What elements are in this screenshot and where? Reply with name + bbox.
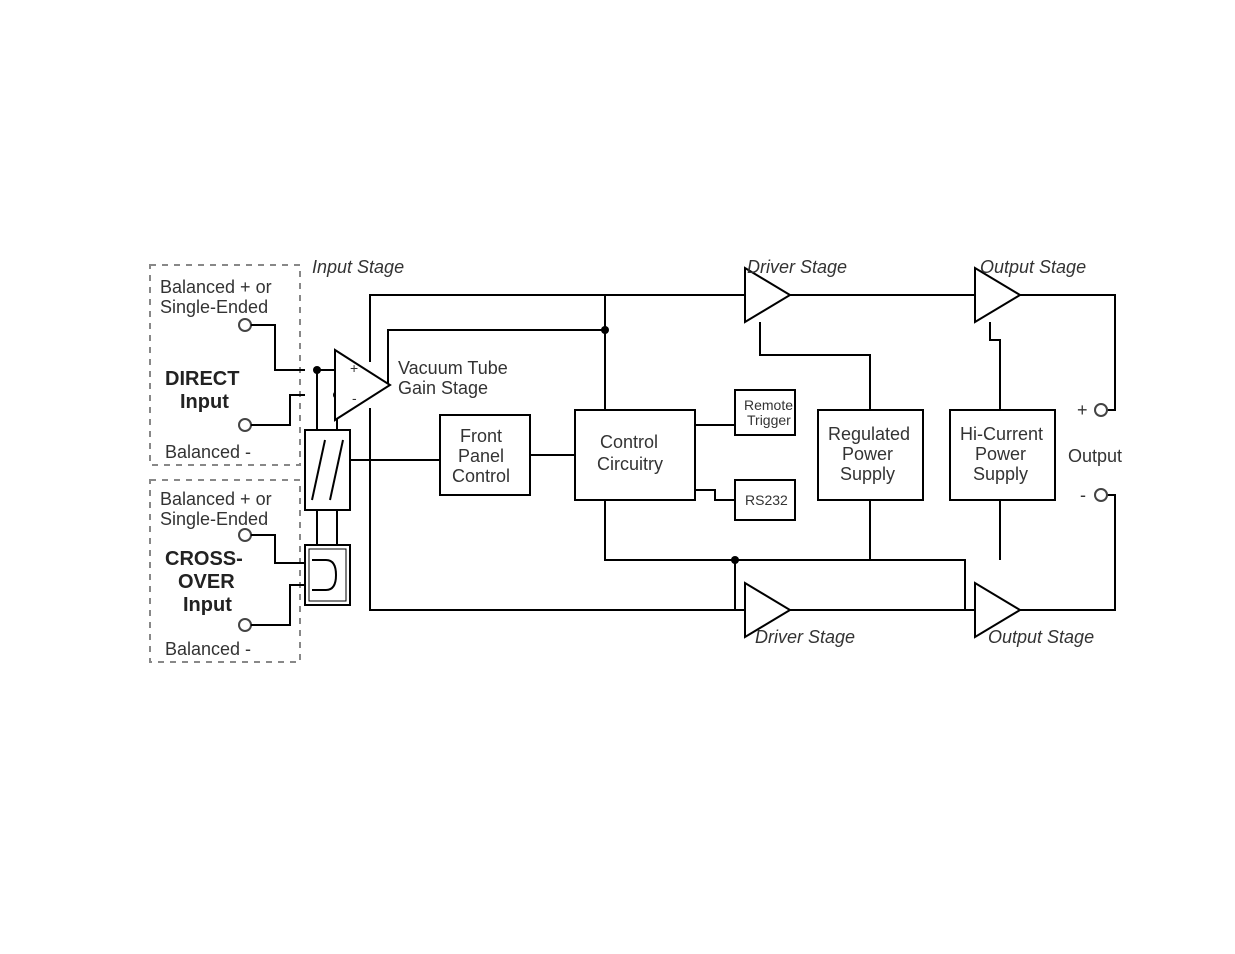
wire [251,395,305,425]
label: Driver Stage [755,627,855,647]
wire [1020,495,1115,610]
label: Balanced + or [160,489,272,509]
label: OVER [178,571,235,593]
label: Power [842,444,893,464]
label: Single-Ended [160,297,268,317]
label: Control [452,466,510,486]
label: CROSS- [165,548,243,570]
label: Gain Stage [398,378,488,398]
label: Front [460,426,502,446]
xover-neg-terminal [239,619,251,631]
xover-pos-terminal [239,529,251,541]
label: Balanced + or [160,277,272,297]
label: Input [183,594,232,616]
label: Single-Ended [160,509,268,529]
label: Power [975,444,1026,464]
label: Vacuum Tube [398,358,508,378]
wire [251,325,305,370]
label: DIRECT [165,368,239,390]
label: Input Stage [312,257,404,277]
label: Trigger [747,412,791,428]
output-pos-terminal [1095,404,1107,416]
label: + [350,360,358,376]
block-diagram: Balanced + or Single-Ended DIRECT Input … [0,0,1235,954]
wire [251,585,305,625]
label: Regulated [828,424,910,444]
label: - [352,390,357,406]
wire [990,322,1000,410]
label: Circuitry [597,454,663,474]
label: + [1077,400,1088,420]
label: Input [180,391,229,413]
input-stage-amp [335,350,390,420]
output-neg-terminal [1095,489,1107,501]
label: Output Stage [988,627,1094,647]
label: Hi-Current [960,424,1043,444]
label: Remote [744,397,793,413]
wire [1020,295,1115,410]
label: Driver Stage [747,257,847,277]
wire [370,295,745,362]
label: Output Stage [980,257,1086,277]
label: Control [600,432,658,452]
label: Panel [458,446,504,466]
label: - [1080,485,1086,505]
wire [695,490,735,500]
wire [251,535,305,563]
direct-pos-terminal [239,319,251,331]
label: Supply [840,464,895,484]
direct-neg-terminal [239,419,251,431]
wire [605,500,735,610]
label: Balanced - [165,442,251,462]
label: RS232 [745,492,788,508]
label: Output [1068,446,1122,466]
label: Supply [973,464,1028,484]
label: Balanced - [165,639,251,659]
